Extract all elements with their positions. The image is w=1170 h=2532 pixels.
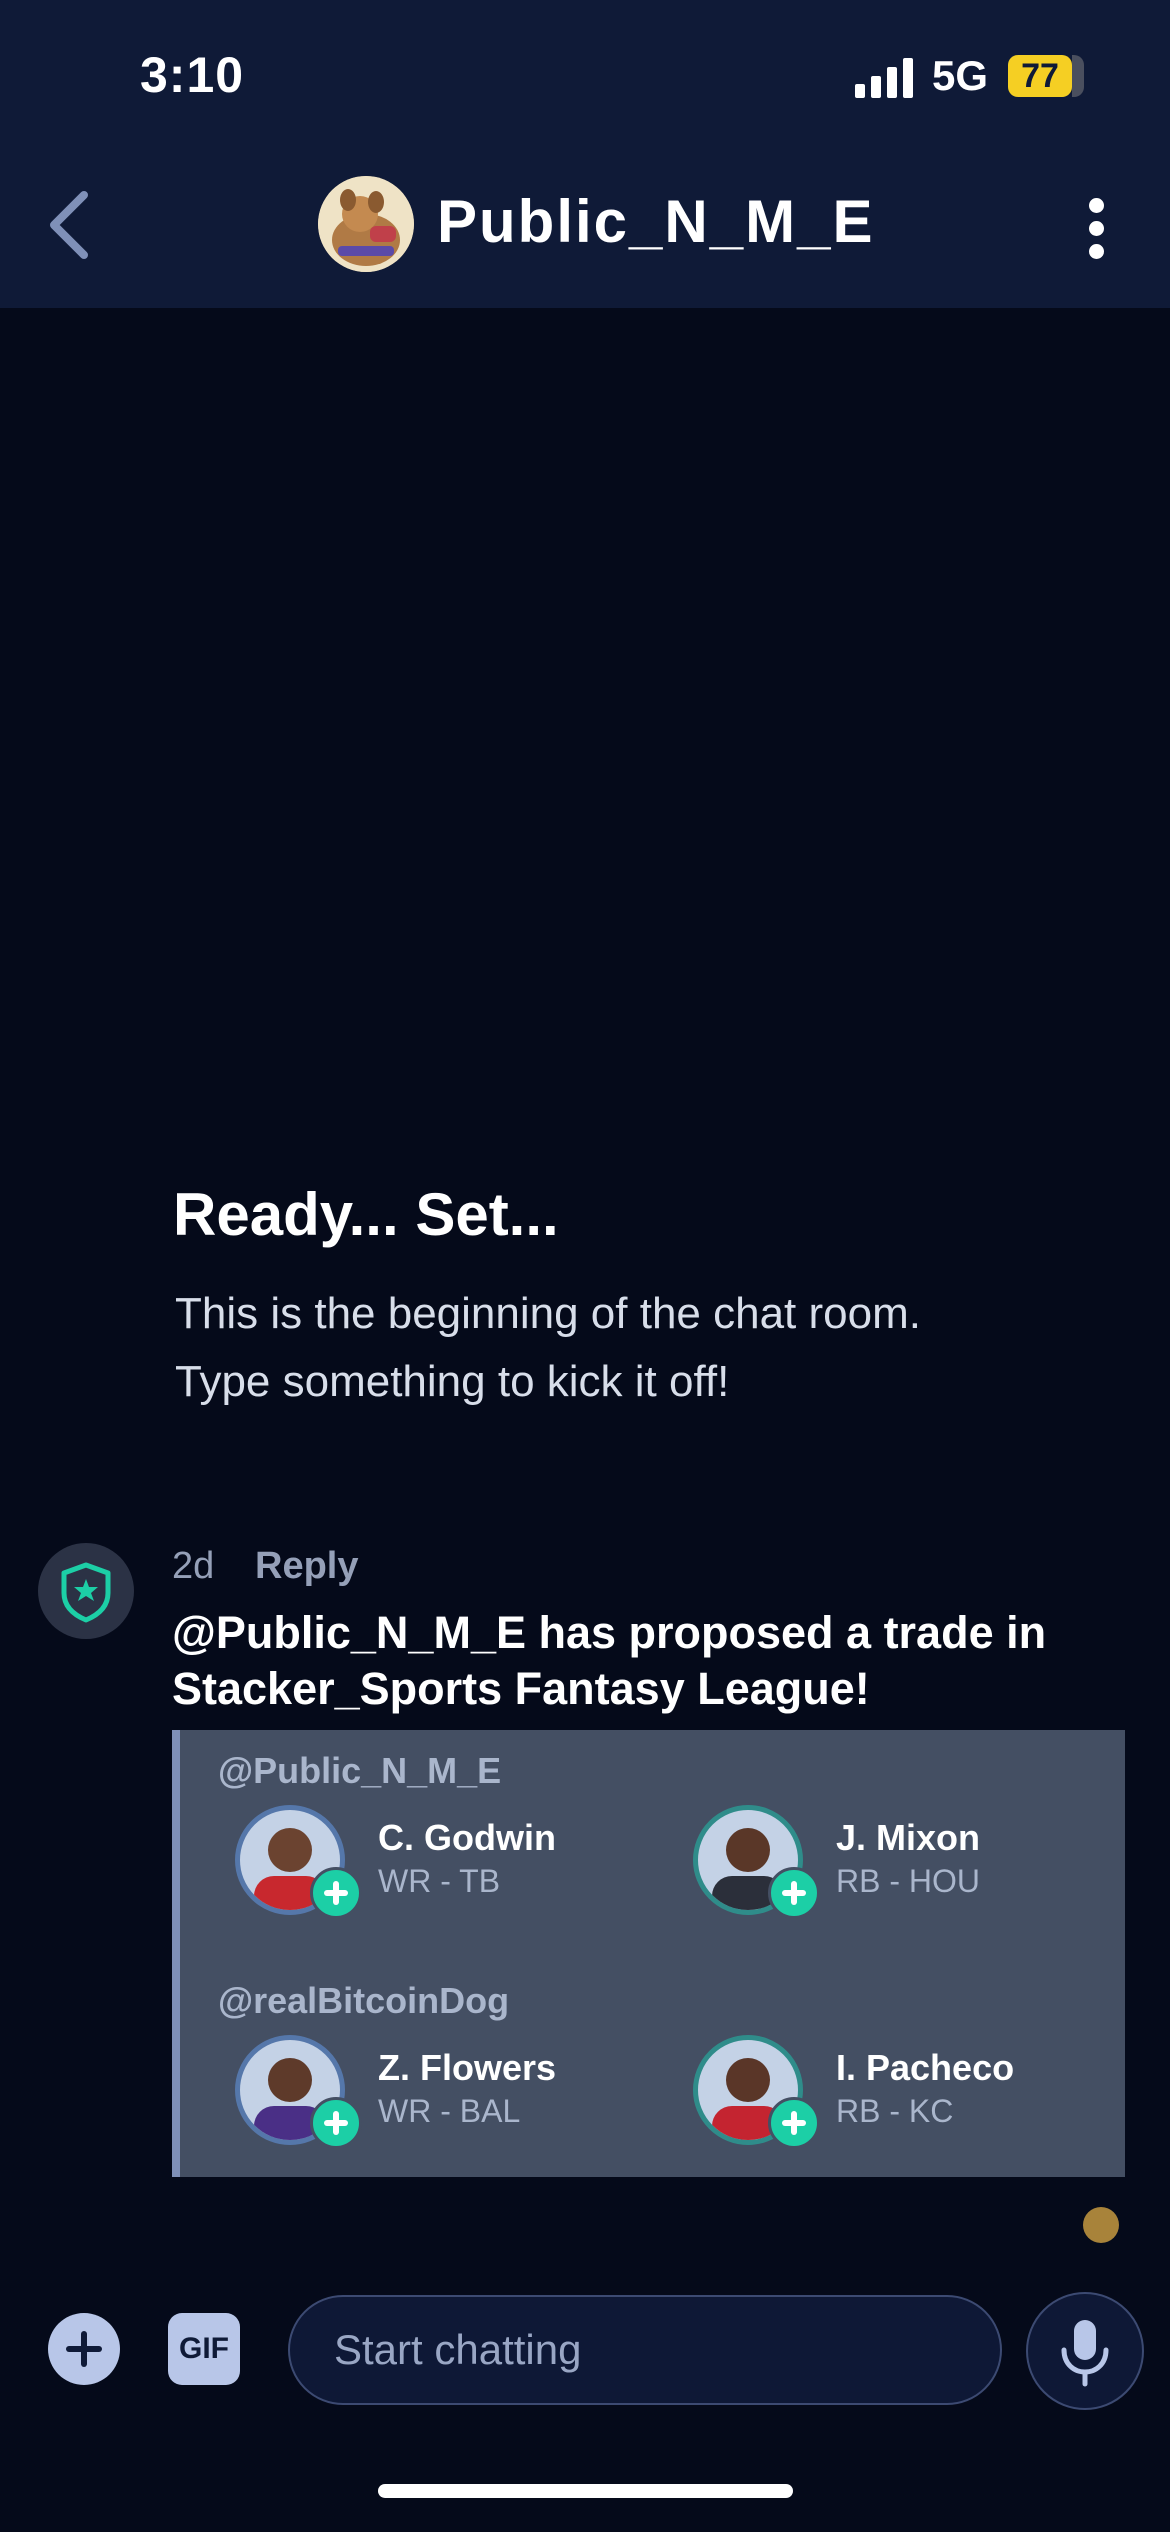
empty-state-text: This is the beginning of the chat room. …	[175, 1280, 1075, 1416]
empty-state-title: Ready... Set...	[173, 1181, 559, 1248]
player-name: J. Mixon	[836, 1817, 981, 1858]
status-time: 3:10	[140, 47, 245, 103]
add-player-icon[interactable]	[768, 1867, 820, 1919]
shield-star-icon	[61, 1562, 111, 1623]
signal-icon	[855, 58, 913, 98]
gif-button[interactable]: GIF	[168, 2313, 240, 2385]
player-name: Z. Flowers	[378, 2047, 557, 2088]
add-attachment-button[interactable]	[48, 2313, 120, 2385]
read-receipt-avatar	[1083, 2207, 1119, 2243]
back-chevron-icon[interactable]	[40, 185, 100, 265]
player-position: WR - TB	[378, 1863, 501, 1899]
player-position: RB - KC	[836, 2093, 954, 2129]
more-options-icon[interactable]	[1078, 188, 1118, 268]
message-text: @Public_N_M_E has proposed a trade in St…	[172, 1607, 1047, 1714]
player-name: C. Godwin	[378, 1817, 556, 1858]
chat-title[interactable]: Public_N_M_E	[437, 187, 874, 256]
chat-input[interactable]	[288, 2295, 1002, 2405]
trade-side-1-user[interactable]: @Public_N_M_E	[218, 1750, 501, 1792]
trade-side-2-user[interactable]: @realBitcoinDog	[218, 1980, 509, 2022]
empty-state-line-2: Type something to kick it off!	[175, 1357, 730, 1406]
trade-player[interactable]: Z. Flowers WR - BAL	[235, 2035, 655, 2149]
message-time: 2d	[172, 1545, 215, 1587]
player-position: RB - HOU	[836, 1863, 980, 1899]
player-name: I. Pacheco	[836, 2047, 1015, 2088]
battery-level: 77	[1021, 57, 1059, 95]
microphone-icon	[1061, 2320, 1109, 2387]
trade-player[interactable]: I. Pacheco RB - KC	[693, 2035, 1113, 2149]
trade-player[interactable]: J. Mixon RB - HOU	[693, 1805, 1113, 1919]
network-label: 5G	[932, 52, 989, 99]
player-position: WR - BAL	[378, 2093, 521, 2129]
microphone-button[interactable]	[1026, 2292, 1144, 2410]
trade-proposal-card[interactable]: @Public_N_M_E C. Godwin WR - TB J. Mixon…	[172, 1730, 1125, 2177]
add-player-icon[interactable]	[310, 2097, 362, 2149]
add-player-icon[interactable]	[768, 2097, 820, 2149]
empty-state-line-1: This is the beginning of the chat room.	[175, 1289, 921, 1338]
add-player-icon[interactable]	[310, 1867, 362, 1919]
league-shield-avatar	[38, 1543, 134, 1639]
header-avatar[interactable]	[318, 176, 414, 272]
home-indicator[interactable]	[378, 2484, 793, 2498]
reply-button[interactable]: Reply	[255, 1545, 358, 1588]
battery-icon: 77	[1008, 55, 1086, 99]
header-bar: 3:10 5G 77 Public_N_M_E	[0, 0, 1170, 308]
trade-player[interactable]: C. Godwin WR - TB	[235, 1805, 655, 1919]
